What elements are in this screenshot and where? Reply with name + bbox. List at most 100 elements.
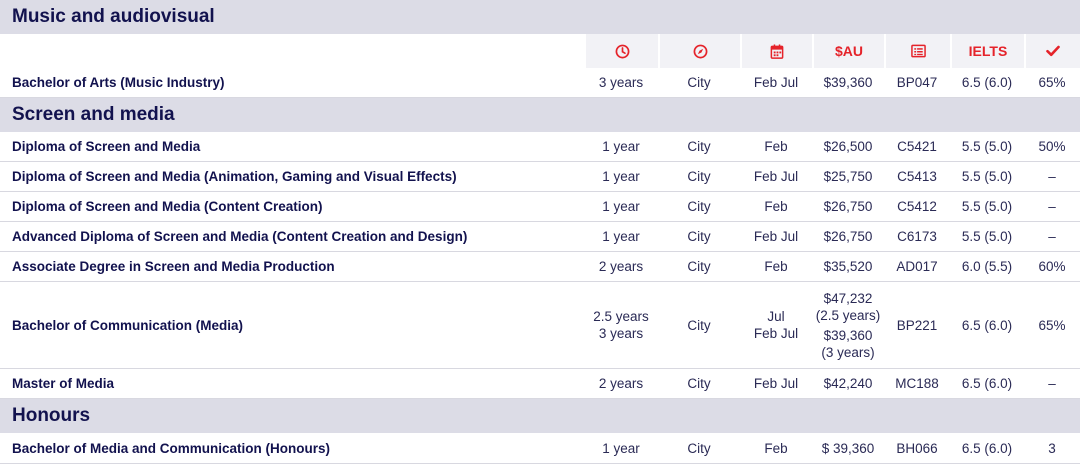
checkmark-icon: [1046, 45, 1060, 57]
course-row: Diploma of Screen and Media (Content Cre…: [0, 192, 1080, 222]
course-location: City: [687, 376, 711, 391]
ielts-header-label: IELTS: [968, 43, 1008, 59]
fee-note: (3 years): [821, 344, 875, 360]
course-atar: 65%: [1038, 75, 1066, 90]
clock-icon: [615, 44, 629, 58]
course-code: C5421: [897, 139, 937, 154]
course-row: Advanced Diploma of Screen and Media (Co…: [0, 222, 1080, 252]
course-row: Diploma of Screen and Media 1 year City …: [0, 132, 1080, 162]
course-code: AD017: [896, 259, 938, 274]
section-title: Music and audiovisual: [12, 6, 215, 27]
intake-option: Feb Jul: [753, 326, 799, 341]
section-title: Honours: [12, 405, 91, 426]
ielts-column-header: IELTS: [950, 34, 1024, 68]
course-intake: Feb Jul: [753, 169, 799, 184]
course-name: Diploma of Screen and Media (Animation, …: [12, 169, 457, 184]
course-name: Master of Media: [12, 376, 115, 391]
course-atar: 60%: [1038, 259, 1066, 274]
course-location: City: [687, 169, 711, 184]
course-duration: 3 years: [598, 75, 644, 90]
course-row: Bachelor of Media and Communication (Hon…: [0, 433, 1080, 464]
section-title: Screen and media: [12, 104, 175, 125]
course-fee: $ 39,360: [821, 440, 875, 456]
course-ielts: 5.5 (5.0): [961, 229, 1013, 244]
course-row: Bachelor of Arts (Music Industry) 3 year…: [0, 68, 1080, 98]
course-duration: 1 year: [602, 139, 640, 154]
fee-column-header: $AU: [812, 34, 884, 68]
course-ielts: 6.5 (6.0): [961, 317, 1013, 333]
section-header-screen: Screen and media: [0, 98, 1080, 132]
course-duration: 2 years: [598, 376, 644, 391]
course-name: Bachelor of Media and Communication (Hon…: [12, 440, 331, 456]
course-row: Bachelor of Communication (Media) 2.5 ye…: [0, 282, 1080, 369]
course-location: City: [687, 75, 711, 90]
course-location: City: [687, 259, 711, 274]
course-atar: –: [1048, 199, 1056, 214]
list-icon: [910, 44, 926, 58]
duration-column-header: [584, 34, 658, 68]
course-intake: Feb Jul: [753, 376, 799, 391]
course-row: Diploma of Screen and Media (Animation, …: [0, 162, 1080, 192]
course-name: Associate Degree in Screen and Media Pro…: [12, 259, 335, 274]
course-location: City: [687, 440, 711, 456]
course-name: Bachelor of Arts (Music Industry): [12, 75, 225, 90]
section-header-honours: Honours: [0, 399, 1080, 433]
course-row: Associate Degree in Screen and Media Pro…: [0, 252, 1080, 282]
course-fee: $26,500: [823, 139, 873, 154]
course-location: City: [687, 317, 711, 333]
course-atar: –: [1048, 169, 1056, 184]
course-code: MC188: [895, 376, 939, 391]
fee-header-label: $AU: [834, 43, 863, 59]
course-atar: 50%: [1038, 139, 1066, 154]
calendar-icon: [770, 43, 784, 59]
course-code: C5413: [897, 169, 937, 184]
course-ielts: 5.5 (5.0): [961, 169, 1013, 184]
course-intake: Feb: [764, 259, 788, 274]
course-code: BP221: [896, 317, 938, 333]
course-location: City: [687, 139, 711, 154]
course-duration: 1 year: [602, 169, 640, 184]
course-intake: Feb Jul: [753, 75, 799, 90]
fee-option: $39,360 (3 years): [812, 327, 884, 361]
course-fee: $25,750: [823, 169, 873, 184]
course-ielts: 6.5 (6.0): [961, 440, 1013, 456]
course-duration: 1 year: [602, 440, 640, 456]
course-duration: 2 years: [598, 259, 644, 274]
course-intake: Feb Jul: [753, 229, 799, 244]
course-atar: –: [1048, 229, 1056, 244]
course-fee: $35,520: [823, 259, 873, 274]
course-location: City: [687, 199, 711, 214]
course-name: Diploma of Screen and Media (Content Cre…: [12, 199, 323, 214]
course-ielts: 5.5 (5.0): [961, 199, 1013, 214]
duration-option: 2.5 years: [593, 309, 649, 324]
course-code: BP047: [896, 75, 938, 90]
course-name: Bachelor of Communication (Media): [12, 317, 244, 333]
location-column-header: [658, 34, 740, 68]
course-fee: $26,750: [823, 229, 873, 244]
fee-option: $47,232 (2.5 years): [812, 290, 884, 324]
course-atar: –: [1048, 376, 1056, 391]
fee-note: (2.5 years): [815, 307, 881, 323]
fee-amount: $39,360: [823, 327, 873, 343]
course-code: C6173: [897, 229, 937, 244]
fee-amount: $47,232: [823, 290, 873, 306]
course-intake: Feb: [764, 139, 788, 154]
column-header-row: $AU IELTS: [0, 34, 1080, 68]
course-code: BH066: [896, 440, 938, 456]
course-intake: Feb: [764, 199, 788, 214]
course-duration: 1 year: [602, 229, 640, 244]
section-header-music: Music and audiovisual: [0, 0, 1080, 34]
course-atar: 65%: [1038, 317, 1066, 333]
intake-option: Jul: [767, 309, 785, 324]
course-intake: Feb: [764, 440, 788, 456]
course-row: Master of Media 2 years City Feb Jul $42…: [0, 369, 1080, 399]
course-ielts: 6.5 (6.0): [961, 75, 1013, 90]
course-duration: 2.5 years 3 years: [584, 308, 658, 342]
course-ielts: 6.5 (6.0): [961, 376, 1013, 391]
course-code: C5412: [897, 199, 937, 214]
course-atar: 3: [1048, 440, 1056, 456]
duration-option: 3 years: [598, 326, 644, 341]
course-intake: Jul Feb Jul: [740, 308, 812, 342]
course-name: Diploma of Screen and Media: [12, 139, 201, 154]
course-fee: $26,750: [823, 199, 873, 214]
